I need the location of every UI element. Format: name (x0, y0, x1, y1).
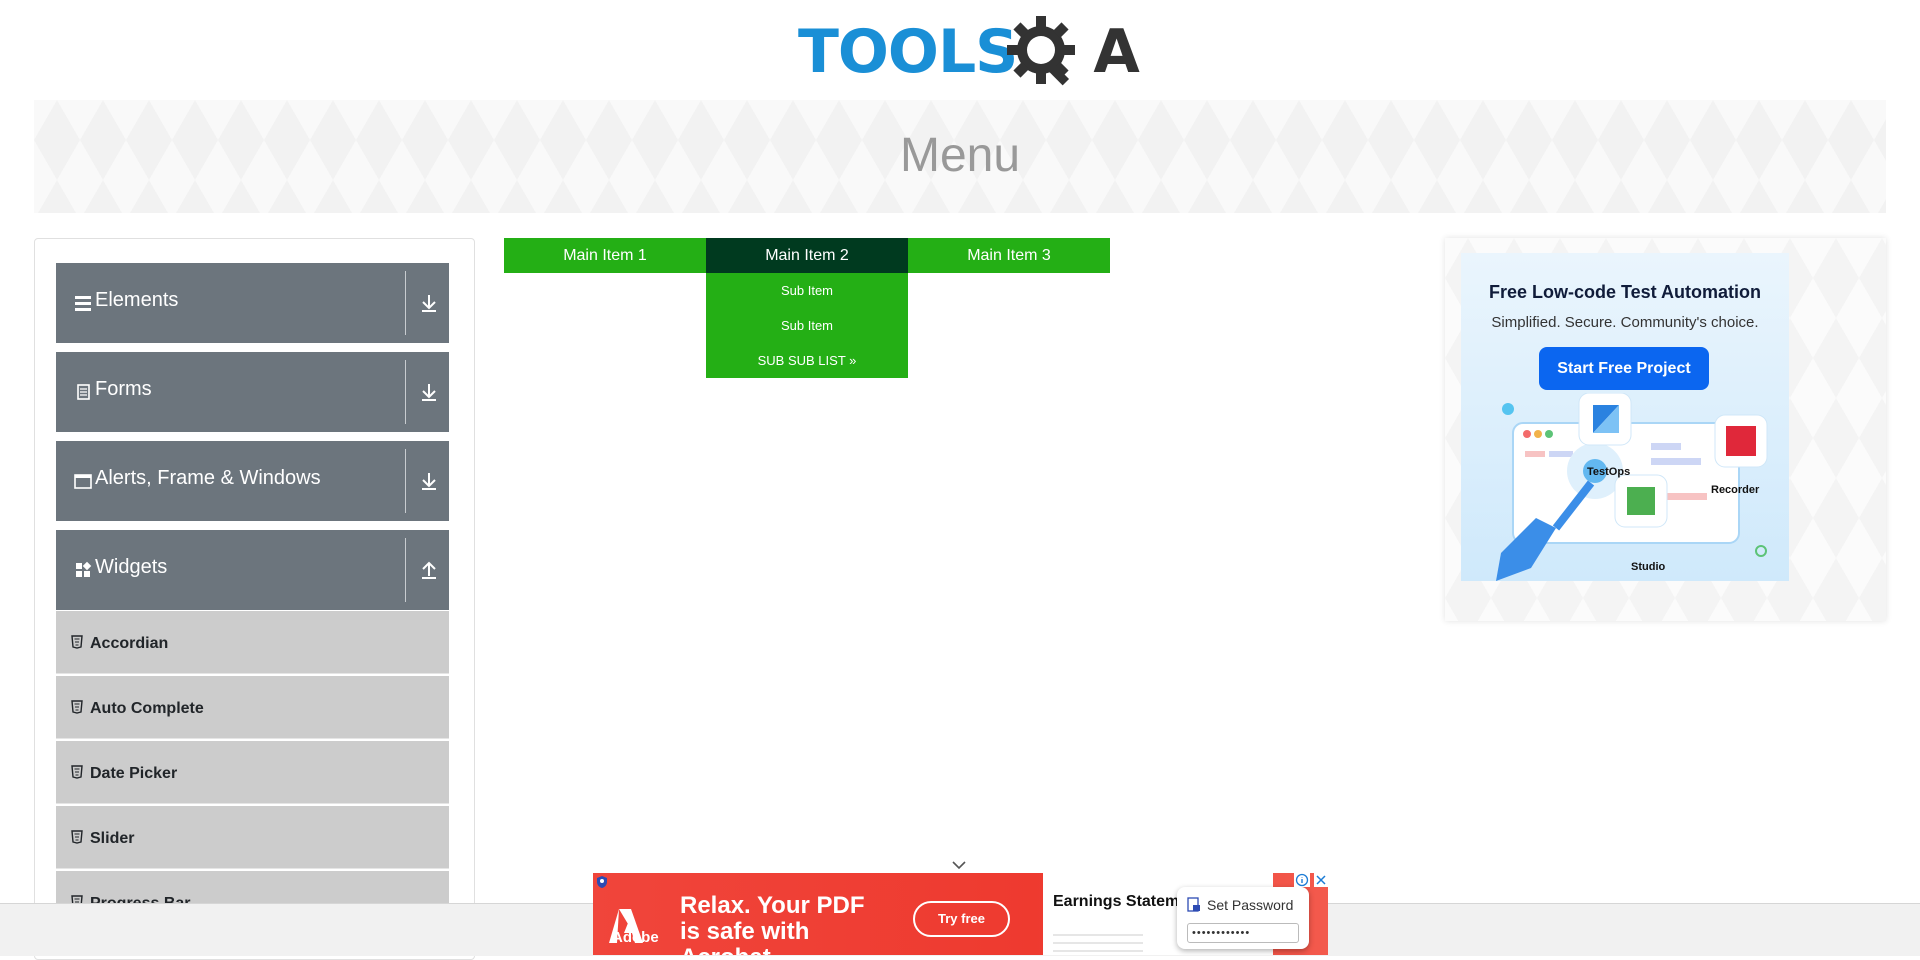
chevron-down-icon[interactable] (951, 858, 967, 872)
document-lock-icon (1187, 897, 1200, 912)
download-arrow-icon (422, 384, 436, 401)
download-arrow-icon (422, 295, 436, 312)
set-password-popup: Set Password •••••••••••• (1177, 887, 1309, 949)
gear-magnifier-icon (1007, 16, 1075, 86)
start-free-project-button[interactable]: Start Free Project (1539, 347, 1709, 390)
download-arrow-icon (422, 473, 436, 490)
sidebar-group-elements[interactable]: Elements (56, 263, 449, 343)
ad-close-button[interactable] (1314, 873, 1328, 887)
widgets-menu-list: Accordian Auto Complete Date Picker Slid… (56, 611, 449, 936)
sidebar-group-label: Widgets (95, 556, 168, 578)
html5-icon (71, 830, 83, 844)
toolsqa-logo[interactable]: TOOLS A (798, 14, 1140, 90)
upload-arrow-icon (422, 561, 436, 579)
adobe-ad[interactable]: Adobe Relax. Your PDF is safe with Acrob… (593, 873, 1328, 955)
sidebar-item-slider[interactable]: Slider (56, 806, 449, 869)
submenu-sub-item-2[interactable]: Sub Item (706, 308, 908, 343)
ad-label-recorder: Recorder (1711, 484, 1760, 496)
page-title: Menu (899, 129, 1021, 182)
hamburger-icon (75, 296, 91, 311)
sidebar-group-widgets[interactable]: Widgets (56, 530, 449, 610)
divider (405, 360, 406, 424)
sidebar-group-label: Elements (95, 289, 179, 311)
password-field: •••••••••••• (1187, 923, 1299, 943)
adobe-brand: Adobe (612, 929, 659, 946)
ad-label-testops: TestOps (1587, 466, 1631, 478)
widgets-icon (76, 561, 92, 577)
sidebar-item-label: Date Picker (90, 765, 178, 782)
html5-icon (71, 765, 83, 779)
submenu-sub-sub-list[interactable]: SUB SUB LIST » (706, 343, 908, 378)
ad-headline: Relax. Your PDF is safe with Acrobat. (680, 892, 865, 956)
window-icon (74, 474, 92, 489)
ad-subtitle: Simplified. Secure. Community's choice. (1491, 314, 1759, 331)
privacy-shield-icon[interactable] (595, 875, 609, 889)
sidebar-group-forms[interactable]: Forms (56, 352, 449, 432)
set-password-title: Set Password (1207, 897, 1294, 913)
ad-title: Free Low-code Test Automation (1488, 282, 1761, 302)
katalon-ad[interactable]: Free Low-code Test Automation Simplified… (1461, 253, 1789, 581)
page-banner: Menu (34, 100, 1886, 213)
nav-main-item-1[interactable]: Main Item 1 (504, 238, 706, 273)
main-item-2-submenu: Sub Item Sub Item SUB SUB LIST » (706, 273, 908, 378)
logo-text-tools: TOOLS (798, 17, 1018, 87)
sidebar-item-label: Auto Complete (90, 700, 204, 717)
divider (405, 271, 406, 335)
right-ad-panel: Free Low-code Test Automation Simplified… (1445, 238, 1886, 621)
left-panel: Elements Forms Alerts, Frame & Windows W… (34, 238, 475, 960)
sidebar-item-auto-complete[interactable]: Auto Complete (56, 676, 449, 739)
logo-text-a: A (1093, 17, 1139, 87)
nav-main-item-2[interactable]: Main Item 2 (706, 238, 908, 273)
sidebar-item-date-picker[interactable]: Date Picker (56, 741, 449, 804)
divider (405, 449, 406, 513)
site-header: TOOLS A (0, 0, 1920, 100)
doc-table-lines (1053, 934, 1143, 952)
sidebar-item-label: Slider (90, 830, 135, 847)
sidebar-item-label: Accordian (90, 635, 169, 652)
info-icon (1295, 873, 1309, 887)
sidebar-group-alerts[interactable]: Alerts, Frame & Windows (56, 441, 449, 521)
html5-icon (71, 700, 83, 714)
document-icon (77, 384, 90, 400)
try-free-button[interactable]: Try free (913, 901, 1010, 937)
nav-main-item-3[interactable]: Main Item 3 (908, 238, 1110, 273)
ad-label-studio: Studio (1631, 561, 1666, 573)
divider (405, 538, 406, 602)
sidebar-group-label: Forms (95, 378, 152, 400)
sidebar-group-label: Alerts, Frame & Windows (95, 467, 321, 489)
sidebar-item-accordian[interactable]: Accordian (56, 611, 449, 674)
ad-info-icon[interactable] (1294, 873, 1310, 887)
close-icon (1316, 875, 1326, 885)
submenu-sub-item-1[interactable]: Sub Item (706, 273, 908, 308)
html5-icon (71, 635, 83, 649)
